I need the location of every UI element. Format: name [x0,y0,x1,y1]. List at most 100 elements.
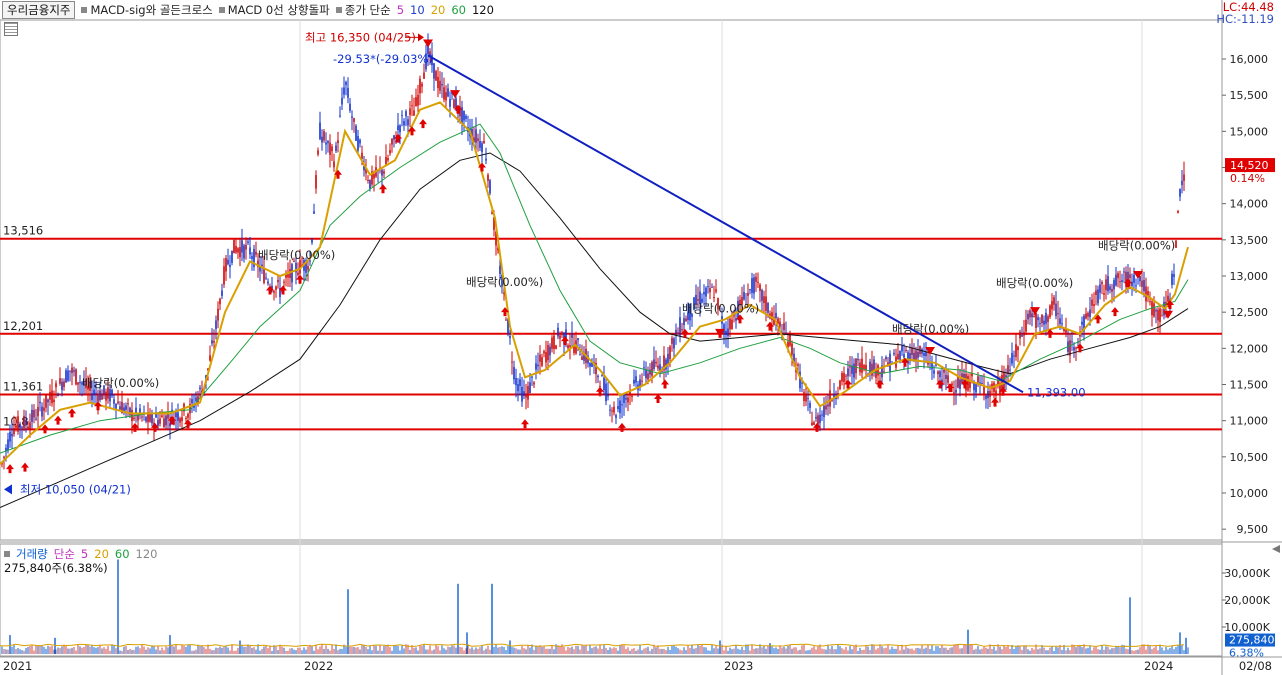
candle-body [1091,299,1093,306]
candle-body [113,399,115,404]
candle-body [603,377,605,391]
chart-root: 13,516 12,201 11,361 10,8 최고 16,350 (04/25)… [0,0,1282,675]
annotation-label: 최고 16,350 (04/25) [305,30,416,44]
candle-body [453,99,455,108]
candle-body [383,171,385,174]
candle-body [175,412,177,418]
candle-body [49,391,51,400]
candle-body [989,390,991,397]
stock-name-box[interactable]: 우리금융지주 [2,1,76,19]
candle-body [433,63,435,79]
candle-body [1099,284,1101,293]
candle-body [191,399,193,404]
y-tick-label: 12,500 [1230,306,1269,319]
candle-body [527,386,529,400]
chart-canvas[interactable]: 13,51612,20111,36110,8 최고 16,350 (04/25)… [0,0,1282,675]
y-tick-label: 15,500 [1230,89,1269,102]
ma-period-10[interactable]: 10 [410,3,425,17]
candle-body [71,367,73,374]
legend-macd-zero[interactable]: MACD 0선 상향돌파 [218,2,330,18]
vol-ma-20[interactable]: 20 [94,547,109,561]
table-icon[interactable] [4,22,18,36]
candle-body [227,259,229,265]
candle-body [1109,286,1111,290]
candle-body [537,364,539,367]
candle-body [515,377,517,386]
candle-body [1139,276,1141,282]
y-tick-label: 15,000 [1230,125,1269,138]
candle-body [981,383,983,385]
candle-body [761,290,763,301]
volume-pane [0,543,1223,657]
candle-body [237,248,239,253]
legend-close-ma[interactable]: 종가 단순 [335,2,391,18]
candle-body [199,387,201,390]
candle-body [1183,174,1185,181]
hline-label: 13,516 [3,224,43,238]
candle-body [1037,317,1039,321]
ma-period-5[interactable]: 5 [397,3,404,17]
indicator-legend: 우리금융지주 MACD-sig와 골든크로스 MACD 0선 상향돌파 종가 단… [0,0,494,20]
candle-body [141,416,143,418]
y-tick-label: 10,500 [1230,451,1269,464]
candle-body [1081,321,1083,325]
candle-body [93,389,95,395]
candle-body [163,418,165,428]
candle-body [985,395,987,399]
candle-body [245,244,247,250]
bullet-icon [4,551,10,557]
candle-body [343,87,345,95]
candle-body [225,258,227,272]
candle-body [685,318,687,322]
candle-body [393,135,395,140]
candle-body [265,277,267,279]
candle-body [481,143,483,153]
candle-body [755,276,757,282]
candle-body [1053,297,1055,305]
candle-body [337,140,339,144]
candle-body [1005,375,1007,378]
candle-body [177,412,179,421]
candle-body [1011,352,1013,364]
vol-ma-5[interactable]: 5 [81,547,88,561]
annotation-label: 11,393.00 [1027,385,1086,399]
candle-body [551,337,553,349]
candle-body [579,354,581,356]
pane-scroll-handle[interactable] [1272,545,1280,553]
candle-body [1131,281,1133,286]
candle-body [797,364,799,366]
candle-body [1061,323,1063,325]
candle-body [779,321,781,327]
candle-body [1153,303,1155,317]
vol-ma-120[interactable]: 120 [136,547,158,561]
ma-period-60[interactable]: 60 [451,3,466,17]
candle-body [857,359,859,361]
candle-body [747,292,749,296]
candle-body [69,370,71,372]
candle-body [99,390,101,401]
candle-body [11,433,13,437]
candle-body [231,250,233,263]
candle-body [273,291,275,293]
candle-body [1155,309,1157,312]
candle-body [417,94,419,106]
candle-body [331,146,333,152]
ma-period-120[interactable]: 120 [472,3,494,17]
candle-body [443,87,445,100]
vol-ma-60[interactable]: 60 [115,547,130,561]
candle-body [543,351,545,354]
y-tick-label: 11,500 [1230,379,1269,392]
annotation-label: 배당락(0.00%) [996,276,1073,290]
ma-period-20[interactable]: 20 [431,3,446,17]
candle-body [649,369,651,375]
candle-body [1159,308,1161,322]
candle-body [1059,318,1061,324]
legend-macd-cross[interactable]: MACD-sig와 골든크로스 [81,2,213,18]
candle-body [917,351,919,358]
candle-body [389,150,391,154]
candle-body [73,370,75,372]
candle-body [223,266,225,285]
candle-body [707,286,709,288]
candle-body [407,119,409,126]
candle-body [711,286,713,288]
